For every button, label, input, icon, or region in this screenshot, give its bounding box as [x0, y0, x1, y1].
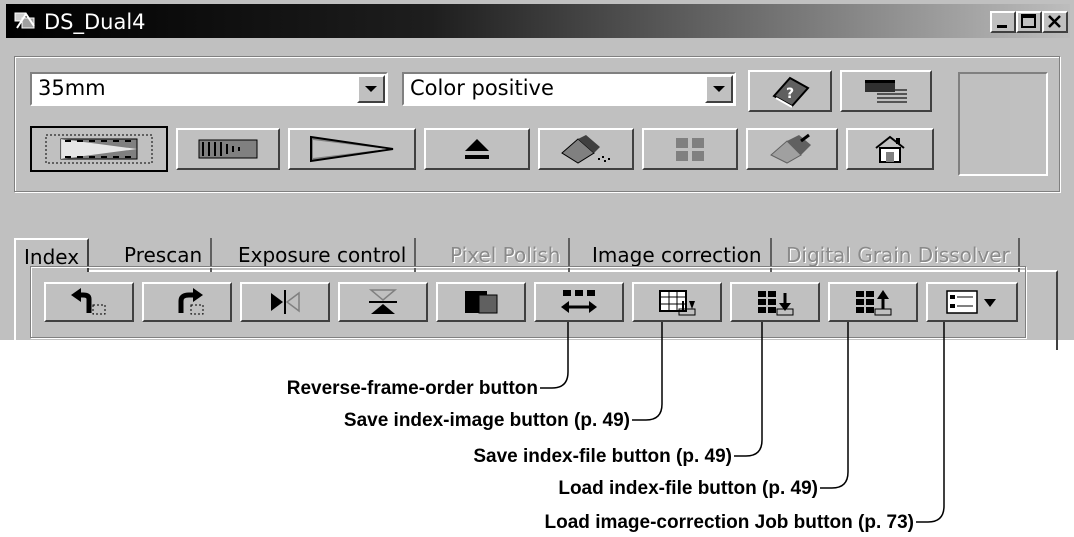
callout-save-index-image: Save index-image button (p. 49)	[343, 410, 630, 431]
callout-save-index-file: Save index-file button (p. 49)	[473, 446, 732, 467]
callout-load-job: Load image-correction Job button (p. 73)	[544, 512, 914, 533]
callout-load-index-file: Load index-file button (p. 49)	[558, 478, 818, 499]
callout-reverse-frame-order: Reverse-frame-order button	[286, 378, 538, 399]
